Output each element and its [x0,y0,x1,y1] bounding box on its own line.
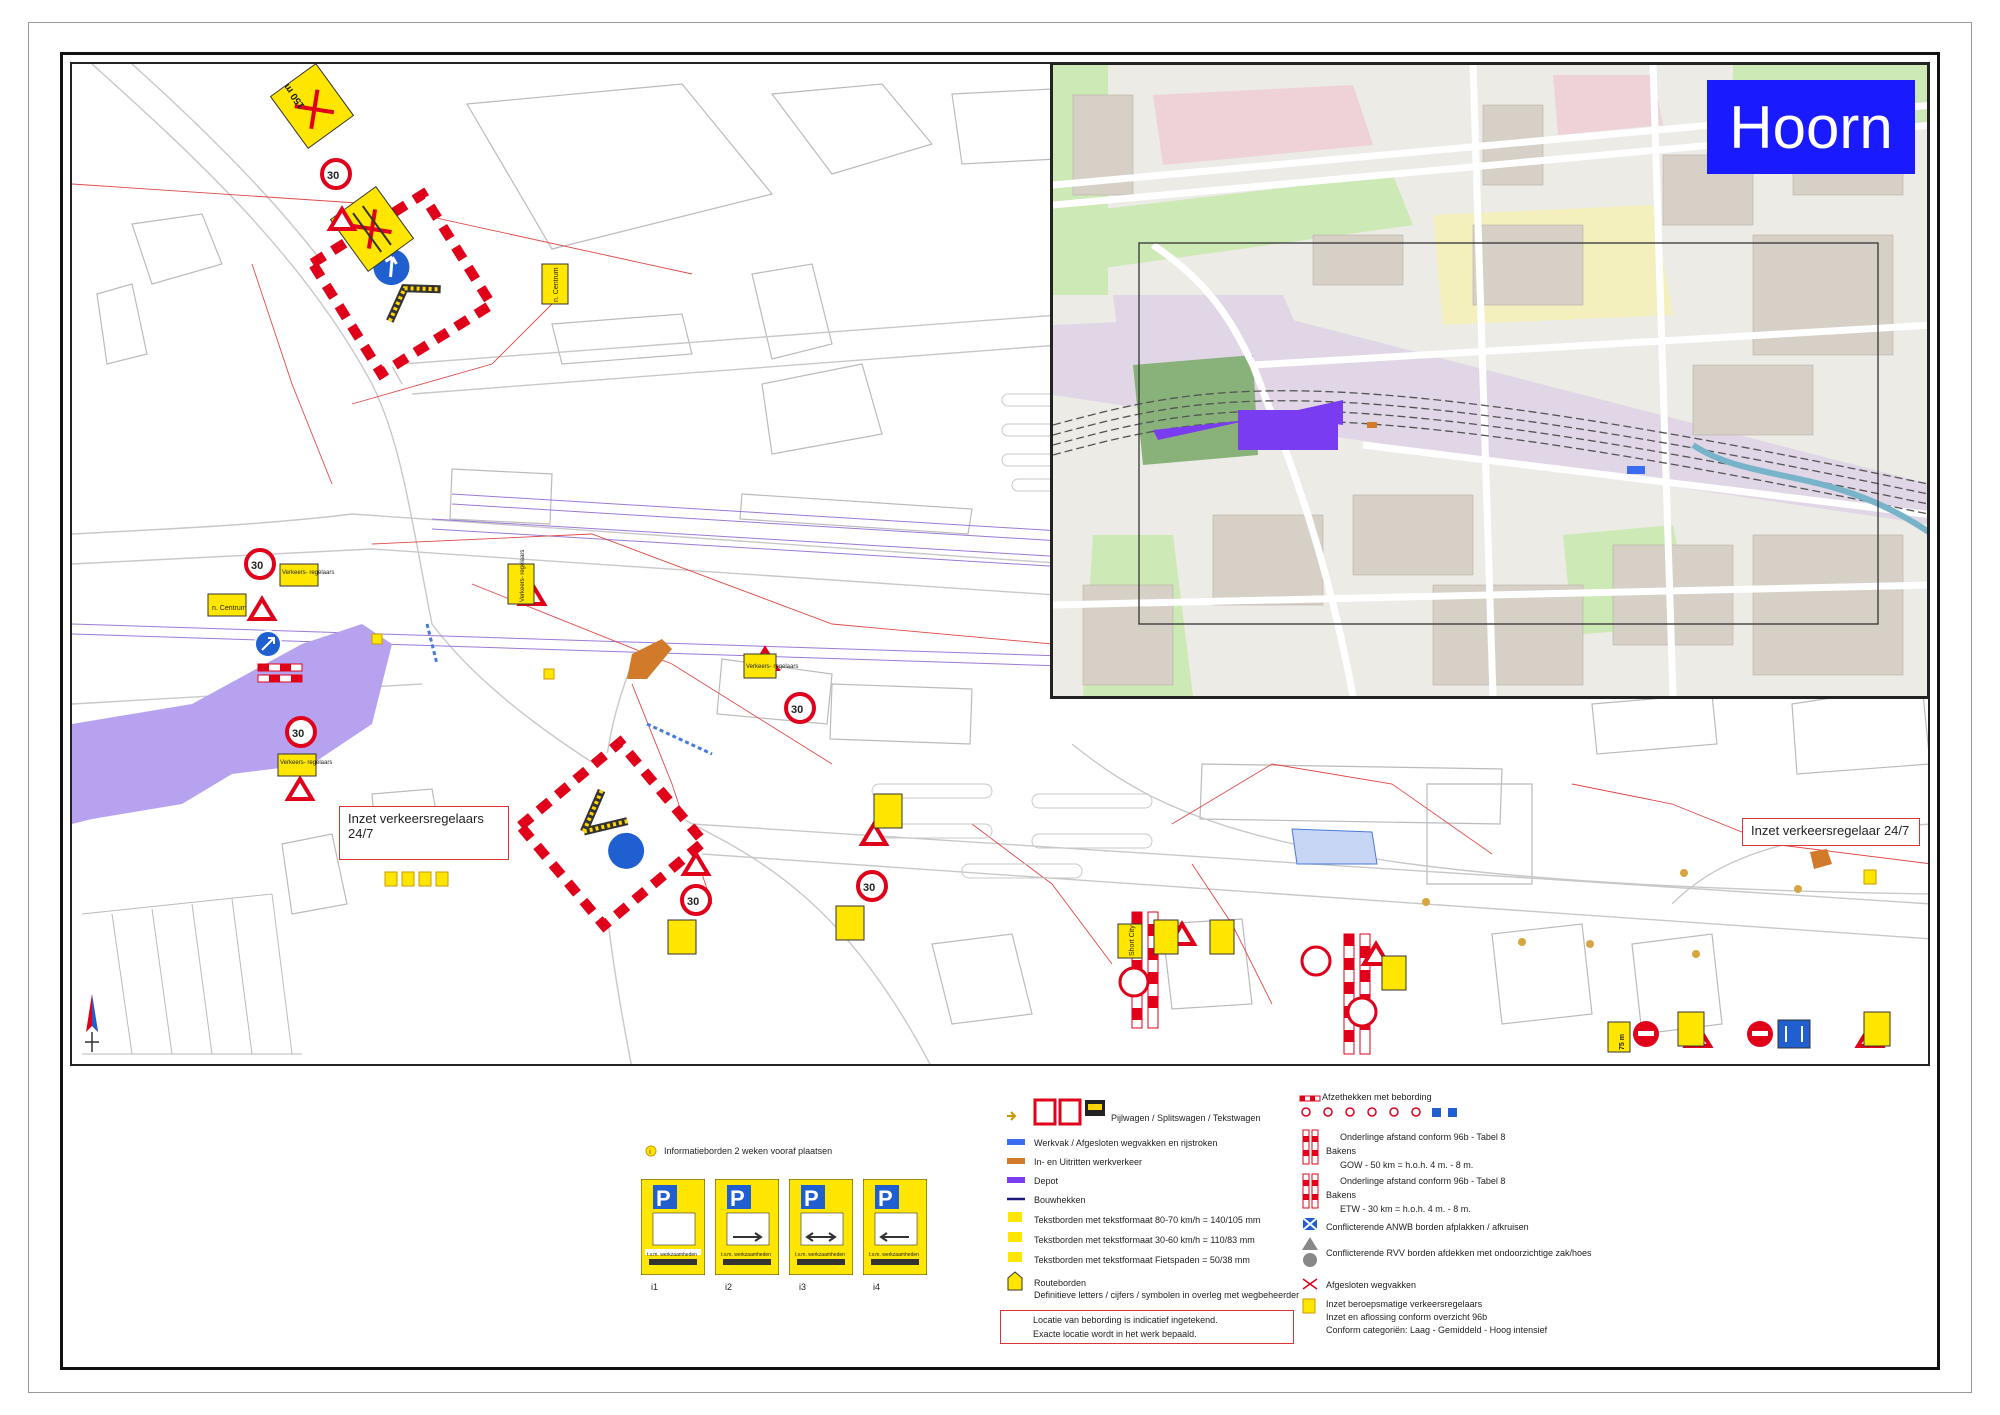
parking-sign-4: P [863,1179,927,1275]
depot-area[interactable] [72,624,392,824]
legend-locatie-1: Locatie van bebording is indicatief inge… [1033,1315,1218,1325]
werkvak-line-2 [425,623,439,665]
parking-label-4: i4 [873,1282,881,1292]
legend-routeborden: Routeborden [1034,1278,1087,1288]
closed-road-signs [1118,945,1773,1047]
short-city-text: Short City [1129,925,1136,956]
svg-text:P: P [730,1186,745,1211]
legend-depot: Depot [1034,1176,1059,1186]
svg-text:P: P [656,1186,671,1211]
legend-werkvak: Werkvak / Afgesloten wegvakken en rijstr… [1034,1138,1218,1148]
legend-inzet-1: Inzet beroepsmatige verkeersregelaars [1326,1299,1483,1309]
werkvak-area[interactable] [1291,828,1378,865]
inset-entrance-marker [1367,422,1377,428]
parking-sign-2-text: t.v.m. werkzaamheden [721,1252,771,1258]
info-icon: i [645,1145,657,1157]
legend-info-note: Informatieborden 2 weken vooraf plaatsen [664,1146,833,1156]
speed-text-5: 30 [687,896,699,908]
parking-sign-1-text: t.v.m. werkzaamheden [647,1252,697,1258]
legend-bouwhekken: Bouwhekken [1034,1195,1086,1205]
north-arrow-icon [85,994,99,1052]
legend-routeborden-sub: Definitieve letters / cijfers / symbolen… [1034,1290,1300,1300]
verkeersregelaars-text-2: Verkeers- regelaars [280,760,332,766]
legend-tekst1: Tekstborden met tekstformaat 80-70 km/h … [1034,1215,1261,1225]
parking-label-2: i2 [725,1282,733,1292]
legend-onderlinge-2: Onderlinge afstand conform 96b - Tabel 8 [1340,1176,1506,1186]
legend-tekst3: Tekstborden met tekstformaat Fietspaden … [1034,1255,1250,1265]
map-title: Hoorn [1707,80,1915,174]
distance-sign-bottom: 75 m [1619,1034,1626,1050]
speed-text-1: 30 [327,170,339,182]
parking-sign-3-text: t.v.m. werkzaamheden [795,1252,845,1258]
centrum-text-2: n. Centrum [212,605,247,612]
verkeersregelaars-text-3: Verkeers- regelaars [520,550,526,602]
location-note-box: Locatie van bebording is indicatief inge… [1000,1310,1294,1344]
callout-right-text: Inzet verkeersregelaar 24/7 [1751,823,1910,838]
legend-tekst2: Tekstborden met tekstformaat 30-60 km/h … [1034,1235,1255,1245]
callout-left-text: Inzet verkeersregelaars 24/7 [348,811,484,841]
legend-onderlinge-1: Onderlinge afstand conform 96b - Tabel 8 [1340,1132,1506,1142]
parking-label-1: i1 [651,1282,659,1292]
arrow-board-bottom[interactable] [513,735,711,933]
parking-sign-1: P [641,1179,705,1275]
parking-sign-2: P [715,1179,779,1275]
parking-label-3: i3 [799,1282,807,1292]
verkeersregelaars-text-4: Verkeers- regelaars [746,664,798,670]
centrum-text-1: n. Centrum [553,267,560,302]
legend-etw: ETW - 30 km = h.o.h. 4 m. - 8 m. [1340,1204,1471,1214]
legend-locatie-2: Exacte locatie wordt in het werk bepaald… [1033,1329,1197,1339]
svg-text:P: P [804,1186,819,1211]
row-houses-left [81,893,302,1055]
legend-inzet-2: Inzet en aflossing conform overzicht 96b [1326,1312,1488,1322]
legend-gow: GOW - 50 km = h.o.h. 4 m. - 8 m. [1340,1160,1474,1170]
werkvak-line [646,722,713,756]
entrance-exit-right[interactable] [1810,849,1832,869]
callout-left: Inzet verkeersregelaars 24/7 [339,806,509,860]
inset-depot-block [1238,410,1338,450]
speed-text-2: 30 [251,560,263,572]
speed-text-6: 30 [863,882,875,894]
legend-rvv: Conflicterende RVV borden afdekken met o… [1326,1248,1592,1258]
callout-right: Inzet verkeersregelaar 24/7 [1742,818,1920,846]
speed-text-4: 30 [791,704,803,716]
lane-closure-sign-top[interactable] [269,64,355,150]
legend-vehicles: Pijlwagen / Splitswagen / Tekstwagen [1111,1113,1261,1123]
entrance-exit-left[interactable] [627,639,672,679]
legend-bakens-2: Bakens [1326,1190,1357,1200]
inset-werkvak-marker [1627,466,1645,474]
svg-text:P: P [878,1186,893,1211]
speed-text-3: 30 [292,728,304,740]
legend-afzethekken: Afzethekken met bebording [1322,1092,1432,1102]
legend-inzet-3: Conform categoriën: Laag - Gemiddeld - H… [1326,1325,1548,1335]
parking-sign-3: P [789,1179,853,1275]
legend-anwb: Conflicterende ANWB borden afplakken / a… [1326,1222,1529,1232]
parking-sign-4-text: t.v.m. werkzaamheden [869,1252,919,1258]
verkeersregelaars-text-1: Verkeers- regelaars [282,570,334,576]
legend-bakens-1: Bakens [1326,1146,1357,1156]
legend-in-uitritten: In- en Uitritten werkverkeer [1034,1157,1143,1167]
legend-afgesloten: Afgesloten wegvakken [1326,1280,1417,1290]
